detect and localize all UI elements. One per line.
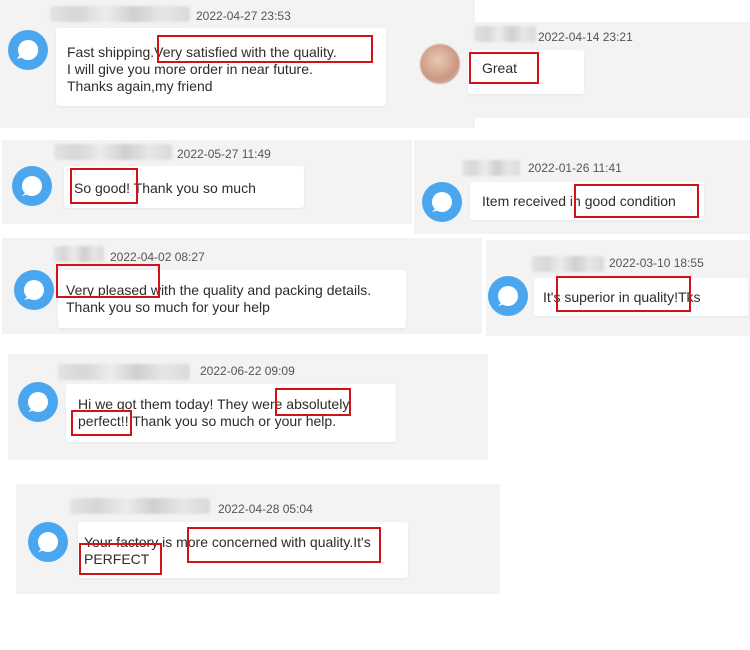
review-date: 2022-05-27 11:49 [177,147,271,161]
user-avatar-photo [420,44,460,84]
review-card: 2022-04-27 23:53 Fast shipping.Very sati… [0,0,475,128]
default-avatar-icon [422,182,462,222]
highlight-box [79,543,162,575]
highlight-box [70,168,138,204]
reviewer-name-blurred [532,256,604,272]
default-avatar-icon [14,270,54,310]
reviewer-name-blurred [70,498,210,514]
review-date: 2022-04-28 05:04 [218,502,313,516]
review-date: 2022-03-10 18:55 [609,256,704,270]
review-date: 2022-01-26 11:41 [528,161,622,175]
highlight-box [187,527,381,563]
reviewer-name-blurred [462,160,520,176]
highlight-box [574,184,699,218]
review-date: 2022-04-02 08:27 [110,250,205,264]
review-card: 2022-04-14 23:21 Great [414,22,750,118]
reviewer-name-blurred [474,26,536,42]
review-card: 2022-05-27 11:49 So good! Thank you so m… [2,140,412,224]
reviewer-name-blurred [58,364,190,380]
default-avatar-icon [8,30,48,70]
highlight-box [71,410,132,436]
default-avatar-icon [28,522,68,562]
highlight-box [469,52,539,84]
review-date: 2022-04-14 23:21 [538,30,633,44]
reviewer-name-blurred [54,144,172,160]
highlight-box [56,264,160,298]
default-avatar-icon [18,382,58,422]
reviewer-name-blurred [54,246,104,262]
highlight-box [157,35,373,63]
review-date: 2022-06-22 09:09 [200,364,295,378]
highlight-box [556,276,691,312]
review-card: 2022-06-22 09:09 Hi we got them today! T… [8,354,488,460]
default-avatar-icon [12,166,52,206]
default-avatar-icon [488,276,528,316]
review-date: 2022-04-27 23:53 [196,9,291,23]
highlight-box [275,388,351,416]
reviewer-name-blurred [50,6,190,22]
